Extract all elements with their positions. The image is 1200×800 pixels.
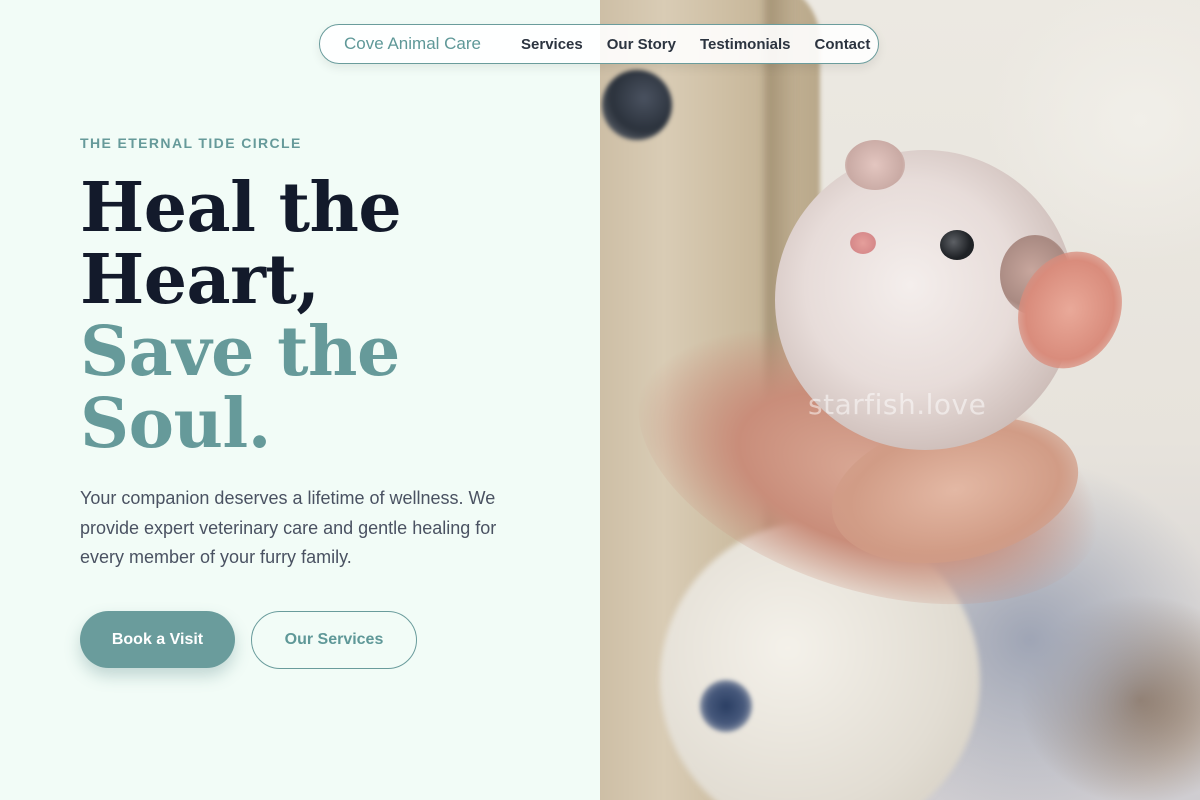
page: THE ETERNAL TIDE CIRCLE Heal the Heart, … <box>0 0 1200 800</box>
photo-hamster-eye <box>940 230 974 260</box>
photo-hamster-nose <box>850 232 876 254</box>
hero-headline: Heal the Heart, Save the Soul. <box>80 168 402 464</box>
hero-description: Your companion deserves a lifetime of we… <box>80 488 497 567</box>
hero-eyebrow: THE ETERNAL TIDE CIRCLE <box>80 135 302 151</box>
headline-line-1: Heal the <box>80 168 402 248</box>
nav-link-testimonials[interactable]: Testimonials <box>700 36 791 53</box>
headline-line-3: Save the <box>80 312 400 392</box>
nav-link-our-story[interactable]: Our Story <box>607 36 676 53</box>
hero-panel: THE ETERNAL TIDE CIRCLE Heal the Heart, … <box>0 0 600 800</box>
brand-logo-link[interactable]: Cove Animal Care <box>344 34 481 54</box>
nav-link-contact[interactable]: Contact <box>815 36 871 53</box>
our-services-button[interactable]: Our Services <box>251 611 417 669</box>
watermark: starfish.love <box>808 388 987 421</box>
headline-line-2: Heart, <box>80 240 320 320</box>
nav-link-services[interactable]: Services <box>521 36 583 53</box>
top-nav: Cove Animal Care Services Our Story Test… <box>319 24 879 64</box>
book-visit-button[interactable]: Book a Visit <box>80 611 235 668</box>
headline-line-4: Soul. <box>80 384 271 464</box>
photo-coat-button <box>700 680 752 732</box>
photo-hamster-ear <box>845 140 905 190</box>
photo-coat-button <box>602 70 672 140</box>
nav-links: Services Our Story Testimonials Contact <box>521 36 870 53</box>
